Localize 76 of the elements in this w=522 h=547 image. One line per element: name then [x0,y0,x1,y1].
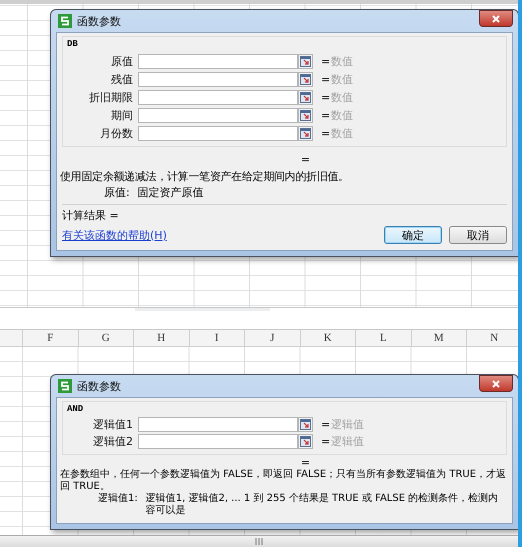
equals-sign: = [321,91,331,104]
window-title: 函数参数 [77,378,121,394]
input-field[interactable] [138,90,298,105]
column-header[interactable]: K [300,330,355,346]
cell-arrow-icon [300,110,311,121]
input-field[interactable] [138,434,298,449]
formula-result: = [300,152,312,168]
argument-description: 固定资产原值 [138,185,204,201]
column-header[interactable]: F [22,330,78,346]
cell-arrow-icon [300,419,311,430]
argument-label: 残值 [110,72,134,87]
horizontal-scrollbar[interactable] [0,535,518,547]
range-select-button[interactable] [298,72,313,87]
calculation-result: 计算结果 = [62,208,120,223]
equals-sign: = [321,55,331,68]
cell-arrow-icon [300,74,311,85]
value-type-hint: 数值 [331,54,353,69]
column-header[interactable]: M [410,330,466,346]
app-icon [58,379,72,393]
input-field[interactable] [138,72,298,87]
close-icon [492,380,500,388]
column-header[interactable]: H [133,330,188,346]
column-header[interactable]: L [355,330,410,346]
value-type-hint: 数值 [331,108,353,123]
argument-label: 逻辑值2 [92,434,134,449]
equals-sign: = [321,73,331,86]
column-header[interactable]: J [244,330,300,346]
value-type-hint: 数值 [331,90,353,105]
value-type-hint: 数值 [331,126,353,141]
input-field[interactable] [138,54,298,69]
dialog-button[interactable]: 取消 [449,226,507,244]
column-header[interactable]: G [78,330,133,346]
close-button[interactable] [479,10,513,27]
range-select-button[interactable] [298,108,313,123]
equals-sign: = [321,109,331,122]
close-icon [492,14,500,22]
value-type-hint: 逻辑值 [331,434,364,449]
argument-label: 期间 [110,108,134,123]
argument-label: 逻辑值1 [92,417,134,432]
equals-sign: = [321,127,331,140]
argument-name: 逻辑值1: [98,493,138,506]
value-type-hint: 数值 [331,72,353,87]
equals-sign: = [321,418,331,431]
column-header[interactable]: I [188,330,244,346]
cell-arrow-icon [300,128,311,139]
cell-arrow-icon [300,56,311,67]
window-title: 函数参数 [77,14,121,28]
range-select-button[interactable] [298,90,313,105]
argument-description: 逻辑值1, 逻辑值2, ... 1 到 255 个结果是 TRUE 或 FALSE 的检测条件，检测内容可以是 [146,493,500,517]
function-description: 使用固定余额递减法，计算一笔资产在给定期间内的折旧值。 [60,169,350,185]
range-select-button[interactable] [298,434,313,449]
range-select-button[interactable] [298,126,313,141]
help-link[interactable]: 有关该函数的帮助(H) [62,228,167,242]
argument-label: 折旧期限 [88,90,134,105]
input-field[interactable] [138,126,298,141]
function-description: 在参数组中，任何一个参数逻辑值为 FALSE，即返回 FALSE；只有当所有参数逻辑值为 TRUE，才返回 TRUE。 [60,469,507,492]
close-button[interactable] [479,375,513,392]
input-field[interactable] [138,417,298,432]
argument-name: 原值: [104,185,130,201]
value-type-hint: 逻辑值 [331,417,364,432]
function-name: DB [67,39,79,49]
equals-sign: = [321,435,331,448]
input-field[interactable] [138,108,298,123]
range-select-button[interactable] [298,417,313,432]
cell-arrow-icon [300,92,311,103]
argument-label: 月份数 [99,126,134,141]
dialog-button[interactable]: 确定 [384,226,442,244]
argument-label: 原值 [110,54,134,69]
grip-icon [255,538,263,545]
cell-arrow-icon [300,436,311,447]
column-header[interactable]: N [466,330,518,346]
formula-result: = [300,457,312,469]
app-icon [58,14,72,28]
function-name: AND [67,404,84,414]
horizontal-scrollbar[interactable] [0,307,518,330]
range-select-button[interactable] [298,54,313,69]
